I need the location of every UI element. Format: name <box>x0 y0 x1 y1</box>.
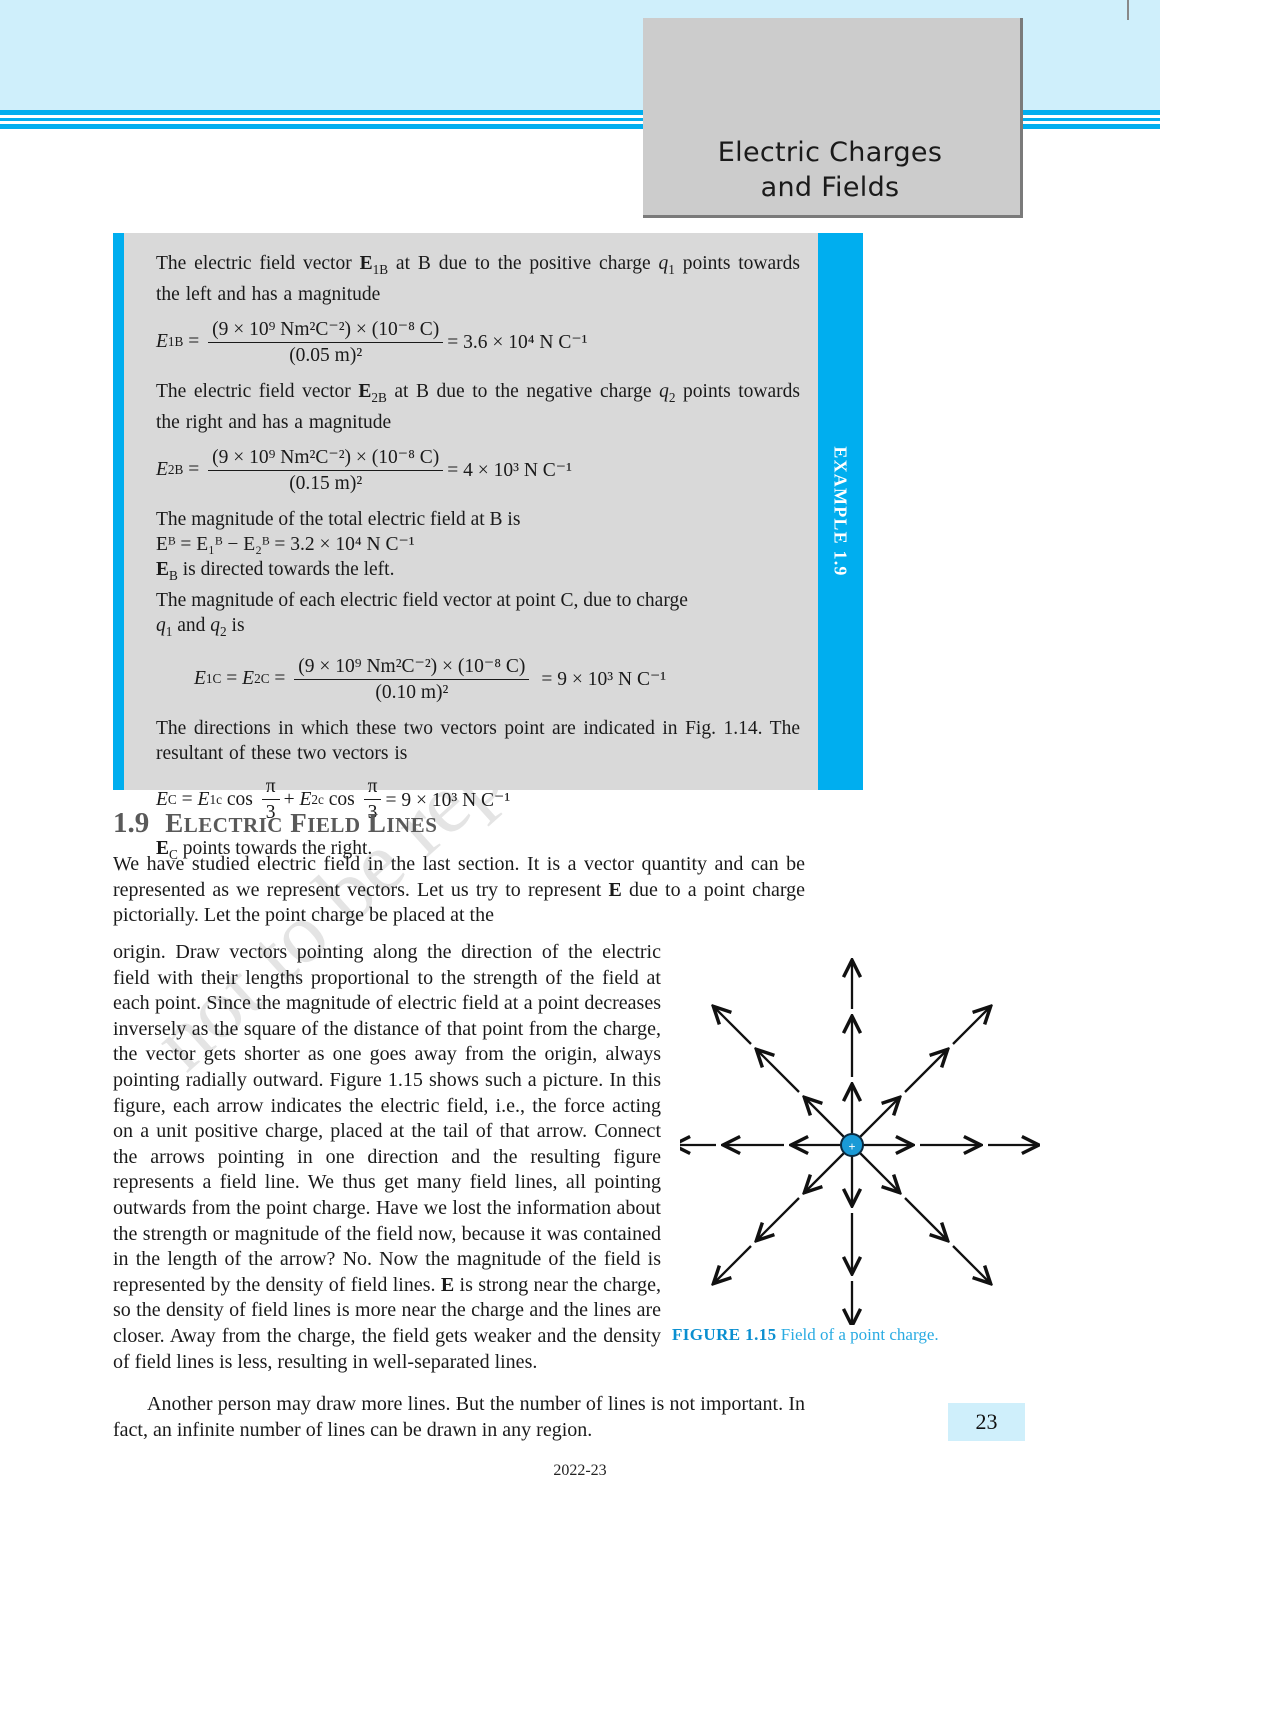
eq5-pi-1: π <box>261 776 280 800</box>
eq4-fraction: (9 × 10⁹ Nm²C⁻²) × (10⁻⁸ C) (0.10 m)² <box>294 654 530 704</box>
example-line-EB: Eᴮ = E₁ᴮ − E₂ᴮ = 3.2 × 10⁴ N C⁻¹ <box>156 533 415 555</box>
page-number: 23 <box>975 1409 998 1434</box>
example-tab-first-letter: E <box>831 446 852 460</box>
equation-E1B: E 1B = (9 × 10⁹ Nm²C⁻²) × (10⁻⁸ C) (0.05 … <box>156 317 588 367</box>
eq5-lhs-sub: C <box>167 791 177 807</box>
figure-caption-label: FIGURE 1.15 <box>672 1325 777 1344</box>
eq2-lhs-sub: 2B <box>167 461 184 477</box>
eq2-result: = 4 × 10³ N C⁻¹ <box>447 459 572 481</box>
equation-E1C-E2C: E 1C = E 2C = (9 × 10⁹ Nm²C⁻²) × (10⁻⁸ C) … <box>194 654 667 704</box>
example-box: The electric field vector E1B at B due t… <box>113 233 863 861</box>
field-lines-diagram: + <box>680 955 1040 1325</box>
section-title: ELECTRIC FIELD LINES <box>165 808 438 838</box>
ex-p4: is directed towards the left. <box>177 558 395 580</box>
ex-p2-a: The electric field vector <box>156 380 359 402</box>
ex-p5c: is <box>226 614 245 636</box>
body-closing-text: Another person may draw more lines. But … <box>113 1393 805 1441</box>
chapter-title-line-1: Electric Charges <box>717 137 943 168</box>
body-main-text: origin. Draw vectors pointing along the … <box>113 940 661 1375</box>
example-line-total-field: The magnitude of the total electric fiel… <box>156 508 521 530</box>
eq2-denominator: (0.15 m)² <box>289 472 363 494</box>
example-tab-word: XAMPLE <box>831 459 852 545</box>
example-paragraph-1: The electric field vector E1B at B due t… <box>156 253 801 305</box>
eq5-term2-sub: 2c <box>311 791 324 807</box>
eq4-lhs1: E <box>194 667 206 689</box>
eq5-pi-2: π <box>363 776 382 800</box>
figure-point-charge-field: + <box>680 955 1040 1325</box>
body-paragraph-intro: We have studied electric field in the la… <box>113 852 805 929</box>
figure-caption: FIGURE 1.15 Field of a point charge. <box>672 1325 1072 1345</box>
body-bold-E-2: E <box>440 1273 455 1296</box>
eq4-lhs2: E <box>242 667 255 689</box>
eq5-term1-sub: 1c <box>209 791 222 807</box>
chapter-title-line-2: and Fields <box>760 172 900 203</box>
eq2-numerator: (9 × 10⁹ Nm²C⁻²) × (10⁻⁸ C) <box>208 445 444 471</box>
body-intro-text: We have studied electric field in the la… <box>113 852 805 929</box>
eq1-fraction: (9 × 10⁹ Nm²C⁻²) × (10⁻⁸ C) (0.05 m)² <box>208 317 444 367</box>
eq4-lhs2-sub: 2C <box>254 670 270 686</box>
equation-E2B: E 2B = (9 × 10⁹ Nm²C⁻²) × (10⁻⁸ C) (0.15 … <box>156 445 572 495</box>
charge-plus-sign: + <box>848 1140 855 1154</box>
example-content: The electric field vector E1B at B due t… <box>124 233 818 861</box>
example-side-tab-label: EXAMPLE 1.9 <box>818 233 863 790</box>
body-paragraph-main: origin. Draw vectors pointing along the … <box>113 940 661 1375</box>
eq1-denominator: (0.05 m)² <box>289 344 363 366</box>
example-left-accent-bar <box>113 233 124 790</box>
chapter-title: Electric Charges and Fields <box>643 135 1017 205</box>
ex-p5b: and <box>172 614 211 636</box>
eq2-fraction: (9 × 10⁹ Nm²C⁻²) × (10⁻⁸ C) (0.15 m)² <box>208 445 444 495</box>
eq4-denominator: (0.10 m)² <box>375 681 449 703</box>
eq1-lhs-sub: 1B <box>167 333 184 349</box>
eq4-numerator: (9 × 10⁹ Nm²C⁻²) × (10⁻⁸ C) <box>294 654 530 680</box>
page-number-badge: 23 <box>948 1403 1025 1441</box>
eq4-result: = 9 × 10³ N C⁻¹ <box>541 668 667 690</box>
ex-p1-a: The electric field vector <box>156 253 360 274</box>
page-edge-mark <box>1127 0 1129 20</box>
body-main-a: origin. Draw vectors pointing along the … <box>113 941 661 1296</box>
body-paragraph-closing: Another person may draw more lines. But … <box>113 1392 805 1443</box>
eq4-lhs1-sub: 1C <box>205 670 222 686</box>
banner-right-margin <box>1160 0 1275 129</box>
footer-year: 2022-23 <box>553 1462 607 1479</box>
ex-p2-b: at B due to the negative charge <box>386 380 660 402</box>
body-bold-E-1: E <box>608 878 622 901</box>
section-number: 1.9 <box>113 807 150 839</box>
figure-caption-text: Field of a point charge. <box>780 1325 939 1344</box>
example-paragraph-directions: The directions in which these two vector… <box>156 717 800 764</box>
example-tab-number: 1.9 <box>831 550 852 577</box>
eq2-lhs: E <box>156 458 168 480</box>
example-line-pointC: The magnitude of each electric field vec… <box>156 589 688 611</box>
example-line-EB-direction: EB is directed towards the left. <box>156 558 395 583</box>
eq1-result: = 3.6 × 10⁴ N C⁻¹ <box>447 331 588 353</box>
eq1-numerator: (9 × 10⁹ Nm²C⁻²) × (10⁻⁸ C) <box>208 317 444 343</box>
ex-p1-b: at B due to the positive charge <box>388 253 659 274</box>
example-line-q1q2: q1 and q2 is <box>156 614 245 639</box>
example-paragraph-2: The electric field vector E2B at B due t… <box>156 380 800 433</box>
eq1-lhs: E <box>156 330 168 352</box>
section-heading: 1.9 ELECTRIC FIELD LINES <box>113 807 437 840</box>
